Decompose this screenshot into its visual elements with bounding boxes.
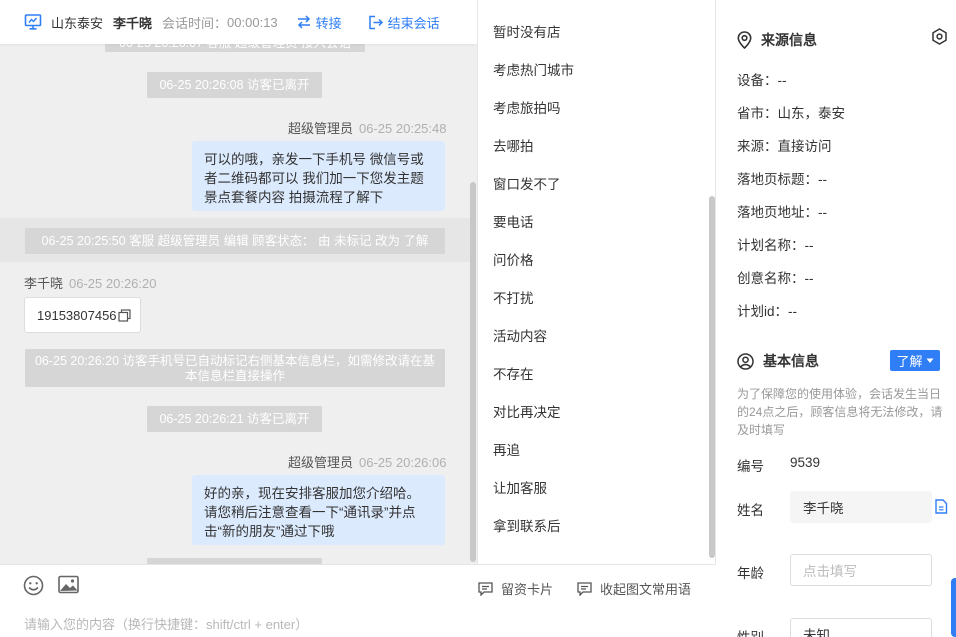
message-time: 06-25 20:26:06 <box>359 455 447 470</box>
message-input[interactable]: 请输入您的内容（换行快捷键：shift/ctrl + enter） <box>24 614 308 633</box>
quick-reply-scrollbar[interactable] <box>709 196 715 558</box>
visitor-name: 李千晓 <box>24 276 64 291</box>
gender-value: 未知 <box>803 628 830 637</box>
chat-scrollbar[interactable] <box>470 182 476 562</box>
system-message: 06-25 20:26:21 访客已离开 <box>147 406 322 432</box>
image-icon[interactable] <box>58 575 79 594</box>
id-label: 编号 <box>737 459 764 474</box>
card-icon <box>478 581 493 596</box>
age-placeholder: 点击填写 <box>803 564 857 579</box>
collapse-phrases-button[interactable]: 收起图文常用语 <box>577 579 691 598</box>
customer-info-panel: 来源信息 设备：-- 省市：山东，泰安 来源：直接访问 落地页标题：-- 落地页… <box>717 0 956 637</box>
agent-name: 超级管理员 <box>288 455 354 470</box>
quick-reply-item[interactable]: 再追 <box>493 439 520 459</box>
caret-down-icon <box>926 358 933 363</box>
name-field[interactable]: 李千晓 <box>790 491 932 523</box>
agent-message-bubble: 可以的哦，亲发一下手机号 微信号或者二维码都可以 我们加一下您发主题景点套餐内容… <box>192 141 445 211</box>
input-area: 请输入您的内容（换行快捷键：shift/ctrl + enter） 留资卡片 收… <box>0 564 716 637</box>
basic-info-header: 基本信息 <box>737 351 819 371</box>
agent-meta: 超级管理员 06-25 20:26:06 <box>288 452 446 471</box>
system-message: 06-25 20:26:08 访客已离开 <box>147 72 322 98</box>
emoji-icon[interactable] <box>23 575 44 596</box>
plan-name-info: 计划名称：-- <box>737 238 814 253</box>
creative-name-info: 创意名称：-- <box>737 271 814 286</box>
quick-reply-item[interactable]: 拿到联系后 <box>493 515 561 535</box>
source-info-header: 来源信息 <box>737 30 817 50</box>
transfer-label: 转接 <box>315 15 342 31</box>
copy-icon[interactable] <box>117 308 131 322</box>
name-value: 李千晓 <box>803 501 844 516</box>
quick-reply-item[interactable]: 考虑热门城市 <box>493 59 574 79</box>
age-field[interactable]: 点击填写 <box>790 554 932 586</box>
end-session-button[interactable]: 结束会话 <box>368 13 440 32</box>
agent-meta: 超级管理员 06-25 20:25:48 <box>288 118 446 137</box>
message-time: 06-25 20:25:48 <box>359 121 447 136</box>
session-time-label: 会话时间： <box>162 15 228 31</box>
lead-card-label: 留资卡片 <box>501 582 554 597</box>
quick-reply-item[interactable]: 窗口发不了 <box>493 173 561 193</box>
province-info: 省市：山东，泰安 <box>737 106 845 121</box>
quick-reply-item[interactable]: 考虑旅拍吗 <box>493 97 561 117</box>
quick-reply-list[interactable]: 暂时没有店 考虑热门城市 考虑旅拍吗 去哪拍 窗口发不了 要电话 问价格 不打扰… <box>478 0 716 564</box>
visitor-location: 山东泰安 <box>51 15 104 31</box>
gender-label: 性别 <box>737 626 764 637</box>
quick-reply-item[interactable]: 让加客服 <box>493 477 547 497</box>
device-info: 设备：-- <box>737 73 787 88</box>
quick-reply-item[interactable]: 对比再决定 <box>493 401 561 421</box>
chat-header: 山东泰安 李千晓 会话时间： 00:00:13 转接 结束会话 <box>0 0 477 44</box>
info-note: 为了保障您的使用体验，会话发生当日的24点之后，顾客信息将无法修改，请及时填写 <box>737 387 943 437</box>
system-message: 06-25 20:25:50 客服 超级管理员 编辑 顾客状态： 由 未标记 改… <box>25 228 445 254</box>
agent-name: 超级管理员 <box>288 121 354 136</box>
collapse-phrases-label: 收起图文常用语 <box>600 582 692 597</box>
visitor-phone-message: 19153807456 <box>24 297 141 333</box>
gender-select[interactable]: 未知 <box>790 618 932 637</box>
system-message: 06-25 20:26:07 客服 超级管理员 接入会话 <box>105 44 365 52</box>
user-icon <box>737 352 754 370</box>
end-session-label: 结束会话 <box>387 15 440 31</box>
visitor-name: 李千晓 <box>113 15 153 31</box>
age-label: 年龄 <box>737 566 764 581</box>
agent-message-bubble: 好的亲，现在安排客服加您介绍哈。请您稍后注意查看一下“通讯录”并点击“新的朋友”… <box>192 475 445 545</box>
landing-url-info: 落地页地址：-- <box>737 205 827 220</box>
quick-reply-item[interactable]: 不打扰 <box>493 287 534 307</box>
landing-title-info: 落地页标题：-- <box>737 172 827 187</box>
quick-reply-item[interactable]: 暂时没有店 <box>493 21 561 41</box>
copy-icon[interactable] <box>934 499 948 514</box>
source-info-title: 来源信息 <box>761 32 817 48</box>
quick-reply-item[interactable]: 问价格 <box>493 249 534 269</box>
session-time: 00:00:13 <box>227 14 278 30</box>
basic-info-title: 基本信息 <box>763 353 819 369</box>
location-pin-icon <box>737 31 752 49</box>
lead-card-button[interactable]: 留资卡片 <box>478 579 553 598</box>
quick-reply-item[interactable]: 活动内容 <box>493 325 547 345</box>
name-label: 姓名 <box>737 503 764 518</box>
message-list[interactable]: 06-25 20:26:07 客服 超级管理员 接入会话 06-25 20:26… <box>0 44 477 564</box>
quick-reply-item[interactable]: 不存在 <box>493 363 534 383</box>
settings-icon[interactable] <box>931 28 948 45</box>
quick-reply-item[interactable]: 去哪拍 <box>493 135 534 155</box>
plan-id-info: 计划id：-- <box>737 304 797 319</box>
phrases-icon <box>577 581 592 596</box>
id-value: 9539 <box>790 455 821 470</box>
quick-reply-item[interactable]: 要电话 <box>493 211 534 231</box>
visitor-meta: 李千晓 06-25 20:26:20 <box>24 273 156 292</box>
message-time: 06-25 20:26:20 <box>69 276 157 291</box>
exit-icon <box>368 15 383 29</box>
transfer-button[interactable]: 转接 <box>296 13 342 32</box>
system-message: 06-25 20:26:20 访客手机号已自动标记右侧基本信息栏，如需修改请在基… <box>25 349 445 387</box>
status-dropdown[interactable]: 了解 <box>890 350 940 371</box>
chat-panel: 山东泰安 李千晓 会话时间： 00:00:13 转接 结束会话 06-25 20… <box>0 0 478 637</box>
status-label: 了解 <box>896 354 923 369</box>
side-tab[interactable] <box>951 578 956 637</box>
phone-number: 19153807456 <box>37 307 117 323</box>
source-info: 来源：直接访问 <box>737 139 832 154</box>
monitor-icon <box>24 14 42 30</box>
transfer-icon <box>297 15 310 29</box>
